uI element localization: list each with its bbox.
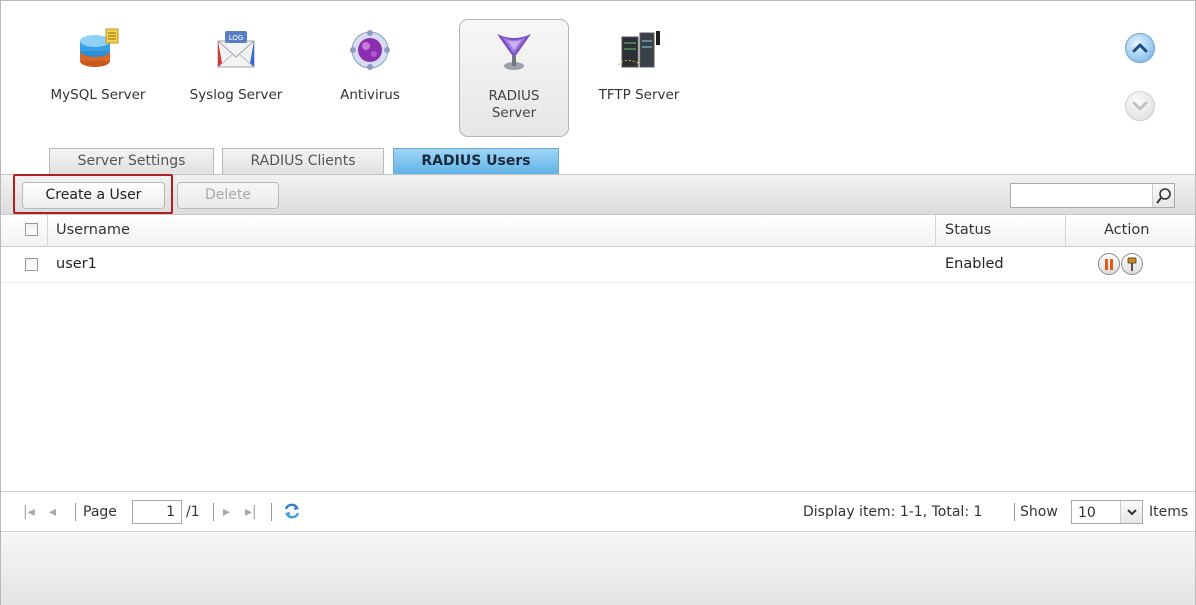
- status-cell: Enabled: [945, 256, 1004, 272]
- search-box: [1010, 183, 1175, 208]
- edit-tool-icon: [1127, 257, 1137, 271]
- app-icon-bar: MySQL Server LOG Syslog Server Antivirus…: [1, 1, 1195, 149]
- delete-button[interactable]: Delete: [177, 182, 279, 209]
- first-page-button[interactable]: |◂: [23, 504, 35, 520]
- app-radius-server[interactable]: RADIUS Server: [459, 19, 569, 137]
- tab-radius-clients[interactable]: RADIUS Clients: [222, 148, 384, 175]
- refresh-button[interactable]: [282, 501, 302, 525]
- next-page-button[interactable]: ▸: [223, 504, 230, 520]
- select-all-checkbox[interactable]: [25, 223, 38, 236]
- prev-page-button[interactable]: ◂: [49, 504, 56, 520]
- server-rack-icon: [617, 31, 660, 68]
- app-label-line1: RADIUS: [488, 88, 540, 104]
- log-envelope-icon: LOG: [217, 31, 255, 68]
- show-label: Show: [1020, 504, 1058, 520]
- app-window: MySQL Server LOG Syslog Server Antivirus…: [0, 0, 1196, 605]
- page-size-value: 10: [1078, 505, 1096, 521]
- app-label: Antivirus: [340, 87, 400, 103]
- pagination-bar: |◂ ◂ Page 1 /1 ▸ ▸| Display item: 1-1, T…: [1, 491, 1195, 532]
- table-row[interactable]: user1 Enabled: [1, 247, 1195, 283]
- page-size-select[interactable]: 10: [1071, 500, 1143, 524]
- pause-icon: [1105, 259, 1108, 270]
- scroll-down-button[interactable]: [1125, 91, 1155, 121]
- table-header: Username Status Action: [1, 215, 1195, 247]
- search-button[interactable]: [1152, 184, 1174, 207]
- header-action: Action: [1104, 222, 1150, 238]
- column-divider: [1065, 215, 1066, 247]
- app-label: MySQL Server: [50, 87, 146, 103]
- items-label: Items: [1149, 504, 1189, 520]
- svg-text:LOG: LOG: [229, 34, 244, 42]
- header-username[interactable]: Username: [56, 222, 130, 238]
- last-page-button[interactable]: ▸|: [245, 504, 257, 520]
- search-input[interactable]: [1011, 184, 1151, 207]
- radius-antenna-icon: [497, 34, 531, 70]
- app-mysql-server[interactable]: MySQL Server: [43, 19, 153, 137]
- column-divider: [935, 215, 936, 247]
- app-tftp-server[interactable]: TFTP Server: [584, 19, 694, 137]
- chevron-up-icon: [1132, 43, 1148, 53]
- disable-user-button[interactable]: [1098, 253, 1120, 275]
- pause-icon: [1110, 259, 1113, 270]
- total-pages: /1: [186, 504, 200, 520]
- users-table: Username Status Action user1 Enabled: [1, 215, 1195, 491]
- database-icon: [80, 28, 119, 67]
- display-summary: Display item: 1-1, Total: 1: [803, 504, 983, 520]
- refresh-icon: [284, 503, 300, 519]
- page-label: Page: [83, 504, 117, 520]
- chevron-down-icon: [1127, 509, 1137, 516]
- dropdown-button[interactable]: [1120, 501, 1142, 523]
- highlight-box: [13, 174, 173, 214]
- footer-area: [1, 533, 1195, 605]
- row-checkbox[interactable]: [25, 258, 38, 271]
- scroll-up-button[interactable]: [1125, 33, 1155, 63]
- pager-divider: [75, 503, 76, 521]
- pager-divider: [213, 503, 214, 521]
- pager-divider: [1014, 503, 1015, 521]
- page-number-input[interactable]: 1: [132, 500, 182, 524]
- toolbar: Create a User Delete: [1, 174, 1195, 215]
- column-divider: [47, 215, 48, 247]
- pager-divider: [271, 503, 272, 521]
- app-label-line2: Server: [491, 105, 537, 121]
- tab-server-settings[interactable]: Server Settings: [49, 148, 214, 175]
- edit-user-button[interactable]: [1121, 253, 1143, 275]
- chevron-down-icon: [1132, 101, 1148, 111]
- tab-radius-users[interactable]: RADIUS Users: [393, 148, 559, 175]
- app-label: Syslog Server: [189, 87, 283, 103]
- app-label: TFTP Server: [598, 87, 680, 103]
- username-cell: user1: [56, 256, 97, 272]
- app-label: RADIUS Server: [460, 88, 568, 122]
- virus-icon: [350, 30, 390, 70]
- header-status[interactable]: Status: [945, 222, 991, 238]
- app-syslog-server[interactable]: LOG Syslog Server: [181, 19, 291, 137]
- app-antivirus[interactable]: Antivirus: [315, 19, 425, 137]
- search-icon: [1156, 188, 1171, 204]
